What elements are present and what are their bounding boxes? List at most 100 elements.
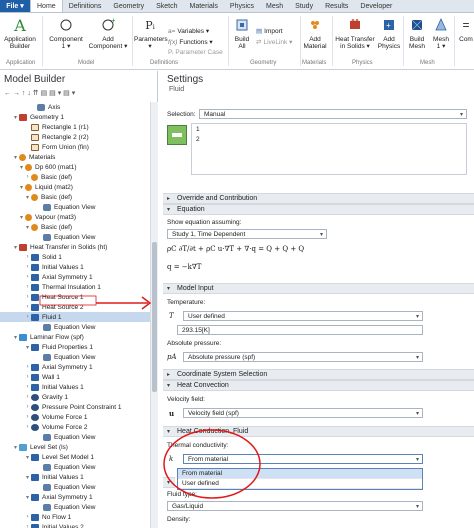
chevron-right-icon[interactable]: › [24, 364, 31, 370]
study-dropdown[interactable]: Study 1, Time Dependent [167, 229, 327, 239]
chevron-down-icon[interactable]: ▾ [12, 444, 19, 451]
section-heat-conduction[interactable]: ▾ Heat Conduction, Fluid [163, 426, 474, 437]
chevron-right-icon[interactable]: › [24, 254, 31, 260]
tree-item[interactable]: Form Union (fin) [0, 142, 150, 152]
tab-geometry[interactable]: Geometry [107, 0, 150, 12]
tree-item[interactable]: › Wall 1 [0, 372, 150, 382]
tree-item[interactable]: › Axial Symmetry 1 [0, 272, 150, 282]
selection-item[interactable]: 1 [196, 126, 200, 133]
chevron-down-icon[interactable]: ▾ [24, 224, 31, 231]
chevron-right-icon[interactable]: › [24, 374, 31, 380]
tree-item[interactable]: Equation View [0, 432, 150, 442]
chevron-down-icon[interactable]: ▾ [18, 184, 25, 191]
tree-item[interactable]: › Initial Values 1 [0, 382, 150, 392]
chevron-down-icon[interactable]: ▾ [12, 244, 19, 251]
selection-list[interactable]: 1 2 [191, 123, 467, 175]
tree-item[interactable]: ▾ Dp 600 (mat1) [0, 162, 150, 172]
selection-item[interactable]: 2 [196, 136, 200, 143]
chevron-right-icon[interactable]: › [24, 384, 31, 390]
mesh1-button[interactable]: Mesh 1 ▾ [430, 16, 452, 50]
section-heat-convection[interactable]: ▾ Heat Convection [163, 380, 474, 391]
chevron-right-icon[interactable]: › [24, 294, 31, 300]
tab-sketch[interactable]: Sketch [150, 0, 183, 12]
chevron-right-icon[interactable]: › [24, 264, 31, 270]
tree-item[interactable]: › Fluid 1 [0, 312, 150, 322]
section-equation[interactable]: ▾ Equation [163, 204, 474, 215]
tree-item[interactable]: ▾ Basic (def) [0, 192, 150, 202]
tree-item[interactable]: Equation View [0, 322, 150, 332]
tab-results[interactable]: Results [319, 0, 354, 12]
tree-scrollbar[interactable] [150, 102, 158, 528]
tree-item[interactable]: ▾ Fluid Properties 1 [0, 342, 150, 352]
build-all-button[interactable]: Build All [230, 16, 254, 50]
tree-item[interactable]: › Axial Symmetry 1 [0, 362, 150, 372]
tree-item[interactable]: ▾ Level Set (ls) [0, 442, 150, 452]
tree-item[interactable]: ▾ Laminar Flow (spf) [0, 332, 150, 342]
temperature-dropdown[interactable]: User defined [183, 311, 423, 321]
chevron-right-icon[interactable]: › [24, 514, 31, 520]
variables-button[interactable]: a= Variables ▾ [168, 27, 209, 36]
tree-item[interactable]: ▾ Heat Transfer in Solids (ht) [0, 242, 150, 252]
tree-item[interactable]: › Gravity 1 [0, 392, 150, 402]
section-coordinate-system[interactable]: ▸ Coordinate System Selection [163, 369, 474, 380]
option-from-material[interactable]: From material [178, 469, 422, 479]
tree-item[interactable]: › Heat Source 1 [0, 292, 150, 302]
chevron-down-icon[interactable]: ▾ [24, 494, 31, 501]
heat-transfer-button[interactable]: Heat Transfer in Solids ▾ [334, 16, 376, 50]
chevron-down-icon[interactable]: ▾ [18, 164, 25, 171]
option-user-defined[interactable]: User defined [178, 479, 422, 489]
tree-item[interactable]: › Heat Source 2 [0, 302, 150, 312]
selection-dropdown[interactable]: Manual [199, 109, 467, 119]
tree-item[interactable]: Equation View [0, 502, 150, 512]
chevron-down-icon[interactable]: ▾ [24, 194, 31, 201]
parameter-case-button[interactable]: Pᵢ Parameter Case [168, 49, 223, 56]
add-component-button[interactable]: + Add Component ▾ [86, 16, 130, 50]
tree-item[interactable]: › Volume Force 2 [0, 422, 150, 432]
tree-item[interactable]: ▾ Initial Values 1 [0, 472, 150, 482]
chevron-right-icon[interactable]: › [24, 274, 31, 280]
tree-item[interactable]: ▾ Vapour (mat3) [0, 212, 150, 222]
chevron-right-icon[interactable]: › [24, 314, 31, 320]
tree-item[interactable]: › Basic (def) [0, 172, 150, 182]
section-override-contribution[interactable]: ▸ Override and Contribution [163, 193, 474, 204]
import-button[interactable]: ▤ Import [256, 27, 283, 36]
absolute-pressure-dropdown[interactable]: Absolute pressure (spf) [183, 352, 423, 362]
scrollbar-thumb[interactable] [152, 242, 157, 392]
tab-materials[interactable]: Materials [184, 0, 224, 12]
chevron-right-icon[interactable]: › [24, 394, 31, 400]
tree-item[interactable]: ▾ Level Set Model 1 [0, 452, 150, 462]
chevron-down-icon[interactable]: ▾ [24, 454, 31, 461]
thermal-conductivity-dropdown[interactable]: From material [183, 454, 423, 464]
tab-developer[interactable]: Developer [354, 0, 398, 12]
tree-item[interactable]: › Solid 1 [0, 252, 150, 262]
add-physics-button[interactable]: + Add Physics [376, 16, 402, 50]
tab-home[interactable]: Home [30, 0, 63, 12]
tree-item[interactable]: › Volume Force 1 [0, 412, 150, 422]
selection-active-button[interactable] [167, 125, 187, 145]
chevron-right-icon[interactable]: › [24, 304, 31, 310]
tree-item[interactable]: Equation View [0, 462, 150, 472]
tree-item[interactable]: Equation View [0, 352, 150, 362]
chevron-down-icon[interactable]: ▾ [12, 154, 19, 161]
tree-item[interactable]: ▾ Liquid (mat2) [0, 182, 150, 192]
tree-item[interactable]: Rectangle 1 (r1) [0, 122, 150, 132]
livelink-button[interactable]: ⇄ LiveLink ▾ [256, 38, 292, 46]
build-mesh-button[interactable]: Build Mesh [404, 16, 430, 50]
tree-item[interactable]: › Pressure Point Constraint 1 [0, 402, 150, 412]
chevron-down-icon[interactable]: ▾ [12, 334, 19, 341]
chevron-down-icon[interactable]: ▾ [24, 474, 31, 481]
tree-item[interactable]: ▾ Axial Symmetry 1 [0, 492, 150, 502]
tab-study[interactable]: Study [289, 0, 319, 12]
tab-definitions[interactable]: Definitions [63, 0, 108, 12]
model-builder-toolbar[interactable]: ← → ↑ ↓ ⇈ ▤ ▤ ▾ ▤ ▾ [0, 87, 157, 98]
file-menu[interactable]: File ▾ [0, 0, 30, 12]
chevron-right-icon[interactable]: › [24, 414, 31, 420]
parameters-button[interactable]: Pᵢ Parameters ▾ [134, 16, 168, 51]
tree-item[interactable]: Rectangle 2 (r2) [0, 132, 150, 142]
chevron-right-icon[interactable]: › [24, 424, 31, 430]
tree-item[interactable]: › Thermal Insulation 1 [0, 282, 150, 292]
chevron-right-icon[interactable]: › [24, 524, 31, 528]
chevron-down-icon[interactable]: ▾ [18, 214, 25, 221]
application-builder-button[interactable]: A Application Builder [2, 16, 38, 50]
temperature-input[interactable]: 293.15[K] [177, 325, 423, 335]
